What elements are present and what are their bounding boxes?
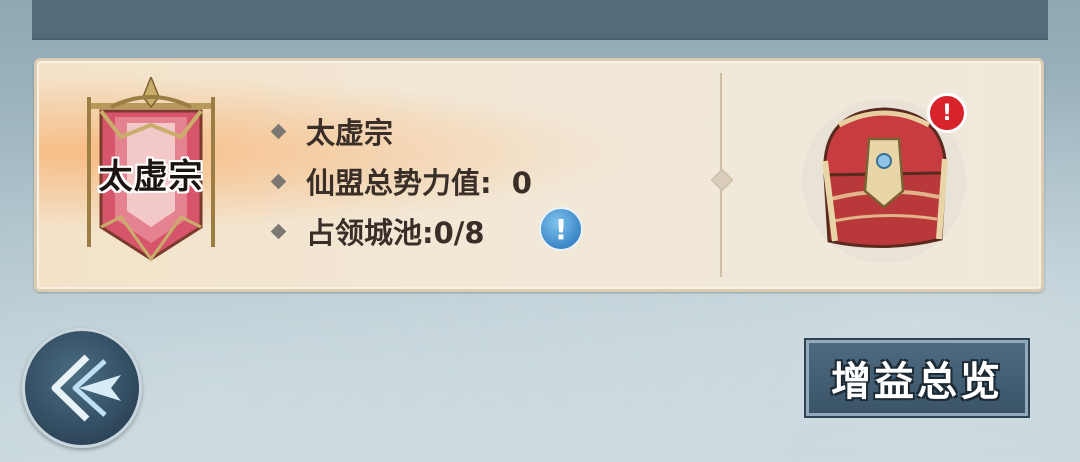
info-row-alliance-power: 仙盟总势力值: 0: [269, 161, 532, 201]
chest-alert-badge: !: [927, 93, 967, 133]
back-arrow-icon: [51, 354, 121, 422]
divider-ornament: [710, 168, 734, 192]
sect-banner-title: 太虚宗: [98, 157, 204, 197]
buff-overview-button[interactable]: 增益总览: [804, 338, 1030, 418]
buff-overview-label: 增益总览: [831, 358, 1003, 405]
alliance-power-text: 仙盟总势力值: 0: [306, 166, 532, 200]
top-panel-strip: [32, 0, 1048, 40]
info-row-sect-name: 太虚宗: [269, 111, 393, 151]
sect-info-panel: 太虚宗 太虚宗 仙盟总势力值: 0 占领城池:0/8 ! !: [34, 58, 1044, 292]
occupied-cities-text: 占领城池:0/8: [306, 216, 485, 250]
bullet-diamond-icon: [270, 123, 287, 139]
info-row-occupied-cities: 占领城池:0/8: [269, 211, 485, 251]
back-button[interactable]: [22, 328, 142, 448]
bullet-diamond-icon: [270, 173, 287, 189]
bullet-diamond-icon: [270, 223, 287, 239]
sect-name-text: 太虚宗: [306, 116, 394, 150]
info-icon-button[interactable]: !: [539, 207, 583, 251]
